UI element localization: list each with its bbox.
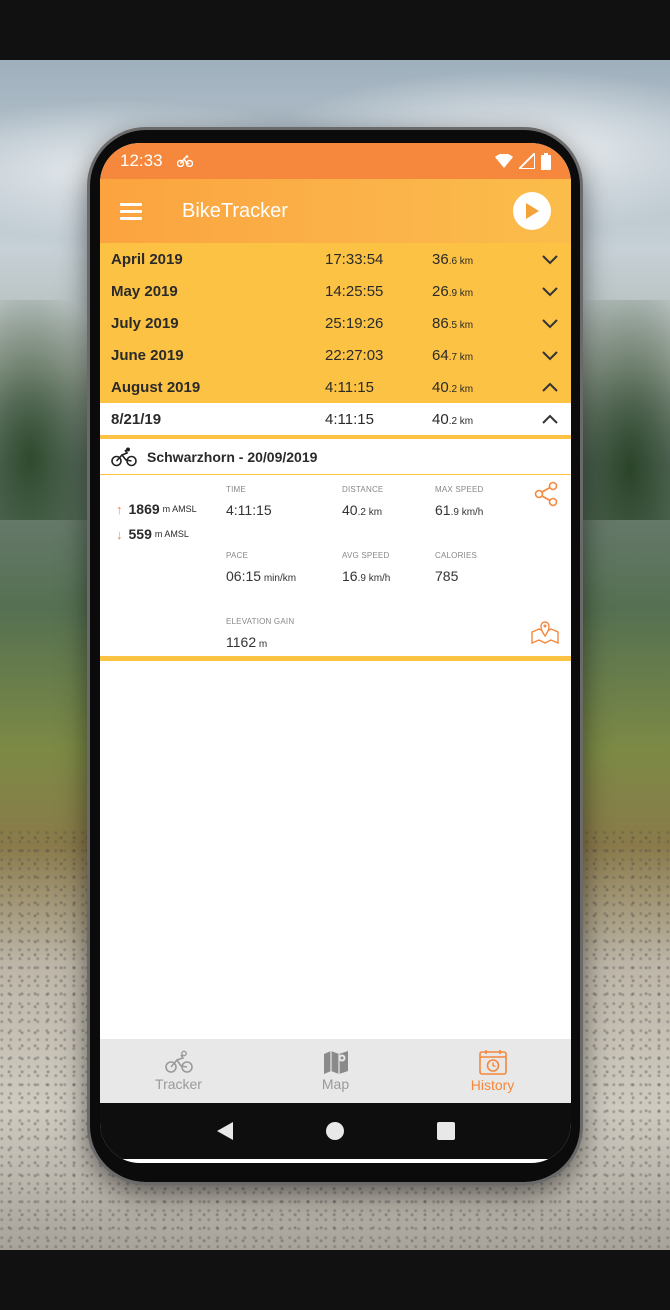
month-list: April 2019 17:33:54 36.6 km May 2019 14:… xyxy=(100,243,571,403)
bike-notification-icon xyxy=(176,155,193,167)
nav-history[interactable]: History xyxy=(414,1039,571,1103)
chevron-up-icon[interactable] xyxy=(541,381,559,393)
month-row-may-2019[interactable]: May 2019 14:25:55 26.9 km xyxy=(100,275,571,307)
month-time: 17:33:54 xyxy=(325,250,384,268)
elevation-min: ↓ 559 m AMSL xyxy=(116,526,189,542)
chevron-up-icon[interactable] xyxy=(541,413,559,425)
system-navigation-bar xyxy=(100,1103,571,1159)
play-icon xyxy=(526,203,539,219)
month-name: June 2019 xyxy=(111,346,184,364)
month-row-june-2019[interactable]: June 2019 22:27:03 64.7 km xyxy=(100,339,571,371)
nav-tracker-label: Tracker xyxy=(155,1076,202,1092)
wifi-icon xyxy=(495,154,513,168)
map-icon xyxy=(323,1051,348,1074)
recents-icon[interactable] xyxy=(436,1121,456,1141)
month-distance: 64.7 km xyxy=(432,346,474,364)
app-bar: BikeTracker xyxy=(100,179,571,243)
home-icon[interactable] xyxy=(325,1121,345,1141)
day-distance: 40.2 km xyxy=(432,410,474,428)
chevron-down-icon[interactable] xyxy=(541,317,559,329)
stat-max-speed: MAX SPEED 61.9 km/h xyxy=(435,485,484,518)
chevron-down-icon[interactable] xyxy=(541,285,559,297)
month-distance: 86.5 km xyxy=(432,314,474,332)
month-row-august-2019[interactable]: August 2019 4:11:15 40.2 km xyxy=(100,371,571,403)
back-icon[interactable] xyxy=(216,1121,234,1141)
day-time: 4:11:15 xyxy=(325,410,374,428)
chevron-down-icon[interactable] xyxy=(541,253,559,265)
stat-calories: CALORIES 785 xyxy=(435,551,478,584)
stat-pace: PACE 06:15 min/km xyxy=(226,551,297,584)
bottom-navigation: Tracker Map History xyxy=(100,1039,571,1103)
map-pin-icon[interactable] xyxy=(531,618,559,644)
arrow-down-icon: ↓ xyxy=(116,526,123,542)
day-row[interactable]: 8/21/19 4:11:15 40.2 km xyxy=(100,403,571,439)
battery-icon xyxy=(541,152,551,170)
status-bar: 12:33 xyxy=(100,143,571,179)
month-name: July 2019 xyxy=(111,314,179,332)
status-time: 12:33 xyxy=(120,151,163,170)
cyclist-icon xyxy=(111,447,137,466)
month-time: 14:25:55 xyxy=(325,282,384,300)
start-tracking-button[interactable] xyxy=(513,192,551,230)
ride-title: Schwarzhorn - 20/09/2019 xyxy=(147,448,318,465)
month-row-july-2019[interactable]: July 2019 25:19:26 86.5 km xyxy=(100,307,571,339)
ride-details: ↑ 1869 m AMSL ↓ 559 m AMSL TIME 4:11:15 DI… xyxy=(100,475,571,661)
calendar-clock-icon xyxy=(478,1050,507,1075)
chevron-down-icon[interactable] xyxy=(541,349,559,361)
month-time: 25:19:26 xyxy=(325,314,384,332)
elevation-max: ↑ 1869 m AMSL xyxy=(116,501,197,517)
arrow-up-icon: ↑ xyxy=(116,501,123,517)
stat-avg-speed: AVG SPEED 16.9 km/h xyxy=(342,551,391,584)
nav-map[interactable]: Map xyxy=(257,1039,414,1103)
month-distance: 36.6 km xyxy=(432,250,474,268)
month-distance: 40.2 km xyxy=(432,378,474,396)
stat-elevation-gain: ELEVATION GAIN 1162 m xyxy=(226,617,295,650)
stat-distance: DISTANCE 40.2 km xyxy=(342,485,384,518)
month-name: April 2019 xyxy=(111,250,183,268)
month-time: 4:11:15 xyxy=(325,378,374,396)
month-distance: 26.9 km xyxy=(432,282,474,300)
app-screen: 12:33 BikeTracker April 2019 17:33:54 36… xyxy=(100,143,571,1163)
share-icon[interactable] xyxy=(533,481,559,507)
nav-tracker[interactable]: Tracker xyxy=(100,1039,257,1103)
ride-header[interactable]: Schwarzhorn - 20/09/2019 xyxy=(100,439,571,475)
signal-icon xyxy=(519,153,535,169)
empty-area xyxy=(100,661,571,1039)
nav-map-label: Map xyxy=(321,1076,350,1092)
month-name: August 2019 xyxy=(111,378,201,396)
nav-history-label: History xyxy=(470,1077,515,1093)
stat-time: TIME 4:11:15 xyxy=(226,485,272,518)
hamburger-menu-icon[interactable] xyxy=(120,203,142,220)
month-time: 22:27:03 xyxy=(325,346,384,364)
month-row-april-2019[interactable]: April 2019 17:33:54 36.6 km xyxy=(100,243,571,275)
month-name: May 2019 xyxy=(111,282,178,300)
app-title: BikeTracker xyxy=(182,199,288,222)
day-date: 8/21/19 xyxy=(111,410,162,428)
bike-icon xyxy=(164,1050,193,1073)
